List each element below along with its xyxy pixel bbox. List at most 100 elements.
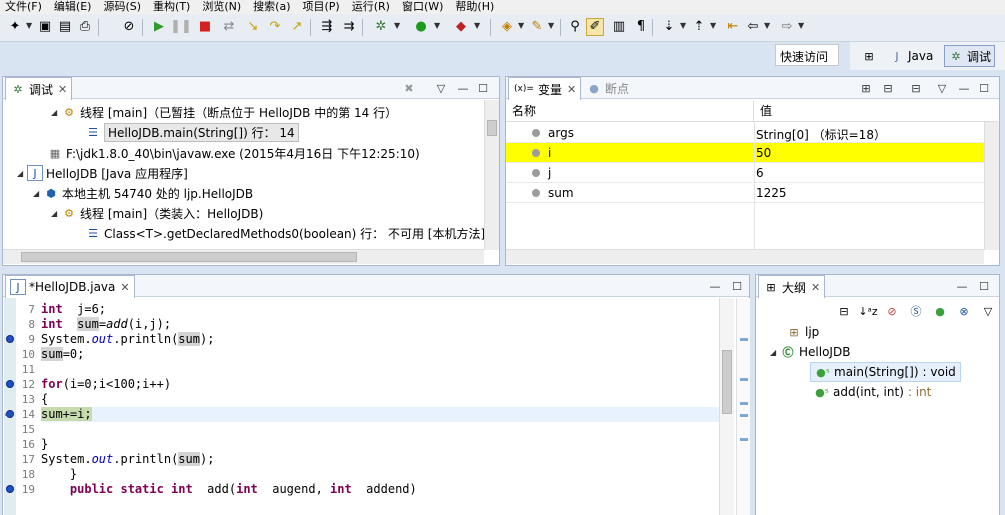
- menu-item-0[interactable]: 文件(F): [0, 0, 49, 14]
- run-icon[interactable]: ●: [412, 18, 430, 36]
- view-menu-icon[interactable]: ▽: [934, 80, 950, 96]
- variables-horizontal-scrollbar[interactable]: [506, 249, 984, 264]
- chevron-down-icon[interactable]: ▼: [26, 21, 32, 30]
- minimize-icon[interactable]: —: [455, 80, 471, 96]
- tab-hellojdb-java[interactable]: J *HelloJDB.java ✕: [5, 275, 135, 298]
- quick-access-input[interactable]: 快速访问: [775, 44, 839, 66]
- view-menu-icon[interactable]: ▽: [980, 303, 996, 319]
- disconnect-icon[interactable]: ⇄: [220, 18, 238, 36]
- show-whitespace-icon[interactable]: ▥: [610, 18, 628, 36]
- new-package-icon[interactable]: ✎: [528, 18, 546, 36]
- debug-perspective-button[interactable]: ✲ 调试: [944, 45, 996, 67]
- tab-variables[interactable]: (x)= 变量 ✕: [508, 77, 582, 100]
- menu-item-6[interactable]: 项目(P): [298, 0, 347, 14]
- tree-row-launch[interactable]: ◢ J HelloJDB [Java 应用程序]: [17, 163, 188, 183]
- print-icon[interactable]: ⎙: [76, 18, 94, 36]
- tree-row-stack-frame-2[interactable]: ☰ Class<T>.getDeclaredMethods0(boolean) 行…: [85, 223, 485, 243]
- debug-icon[interactable]: ✲: [372, 18, 390, 36]
- show-logical-structure-icon[interactable]: ⊟: [880, 80, 896, 96]
- variable-row[interactable]: args String[0] （标识=18）: [506, 123, 998, 143]
- new-icon[interactable]: ✦: [6, 18, 24, 36]
- chevron-down-icon[interactable]: ▼: [798, 21, 804, 30]
- debug-horizontal-scrollbar[interactable]: [3, 249, 484, 264]
- minimize-icon[interactable]: —: [954, 278, 970, 294]
- menu-item-9[interactable]: 帮助(H): [450, 0, 501, 14]
- chevron-down-icon[interactable]: ▼: [434, 21, 440, 30]
- hide-fields-icon[interactable]: ⊘: [884, 303, 900, 319]
- column-header-name[interactable]: 名称: [506, 100, 754, 122]
- tree-row-thread-2[interactable]: ◢ ⚙ 线程 [main]（类装入：HelloJDB): [51, 203, 263, 223]
- terminate-icon[interactable]: ■: [196, 18, 214, 36]
- maximize-icon[interactable]: ☐: [729, 278, 745, 294]
- breakpoint-icon[interactable]: [6, 380, 14, 388]
- menu-item-1[interactable]: 编辑(E): [49, 0, 99, 14]
- code-line[interactable]: sum+=i;: [41, 407, 719, 422]
- tree-row-thread[interactable]: ◢ ⚙ 线程 [main]（已暂挂（断点位于 HelloJDB 中的第 14 行）: [51, 102, 397, 122]
- outline-method-main[interactable]: ●ˢ main(String[]): void: [810, 362, 961, 382]
- resume-icon[interactable]: ▶: [150, 18, 168, 36]
- minimize-icon[interactable]: —: [707, 278, 723, 294]
- view-menu-icon[interactable]: ▽: [433, 80, 449, 96]
- collapse-all-icon[interactable]: ⊟: [908, 80, 924, 96]
- close-icon[interactable]: ✕: [567, 83, 576, 96]
- close-icon[interactable]: ✕: [120, 281, 129, 294]
- hide-static-icon[interactable]: Ⓢ: [908, 303, 924, 319]
- menu-item-4[interactable]: 浏览(N): [197, 0, 248, 14]
- show-paragraph-icon[interactable]: ¶: [632, 18, 650, 36]
- hide-local-types-icon[interactable]: ⊗: [956, 303, 972, 319]
- variable-row[interactable]: j6: [506, 163, 998, 183]
- code-line[interactable]: }: [41, 437, 48, 452]
- chevron-down-icon[interactable]: ▼: [548, 21, 554, 30]
- maximize-icon[interactable]: ☐: [976, 80, 992, 96]
- code-line[interactable]: {: [41, 392, 48, 407]
- code-line[interactable]: int sum=add(i,j);: [41, 317, 171, 332]
- outline-class[interactable]: ◢ Ⓒ HelloJDB: [770, 342, 850, 362]
- step-into-icon[interactable]: ↘: [244, 18, 262, 36]
- code-line[interactable]: for(i=0;i<100;i++): [41, 377, 171, 392]
- maximize-icon[interactable]: ☐: [976, 278, 992, 294]
- tree-row-stack-frame[interactable]: ☰ HelloJDB.main(String[]) 行： 14: [85, 122, 299, 142]
- outline-method-add[interactable]: ●ˢ add(int, int): int: [814, 382, 931, 402]
- forward-icon[interactable]: ⇨: [778, 18, 796, 36]
- last-edit-icon[interactable]: ⇤: [724, 18, 742, 36]
- back-icon[interactable]: ⇦: [744, 18, 762, 36]
- code-line[interactable]: }: [41, 467, 77, 482]
- code-line[interactable]: sum=0;: [41, 347, 84, 362]
- new-java-project-icon[interactable]: ◈: [498, 18, 516, 36]
- save-icon[interactable]: ▣: [36, 18, 54, 36]
- show-type-names-icon[interactable]: ⊞: [858, 80, 874, 96]
- breakpoint-icon[interactable]: [6, 335, 14, 343]
- variable-row[interactable]: i 50: [506, 143, 998, 163]
- code-line[interactable]: public static int add(int augend, int ad…: [41, 482, 417, 497]
- close-icon[interactable]: ✕: [811, 281, 820, 294]
- save-all-icon[interactable]: ▤: [56, 18, 74, 36]
- minimize-icon[interactable]: —: [956, 80, 972, 96]
- chevron-down-icon[interactable]: ▼: [474, 21, 480, 30]
- toggle-highlight-icon[interactable]: ✐: [586, 18, 604, 36]
- tree-row-target[interactable]: ◢ ⬢ 本地主机 54740 处的 ljp.HelloJDB: [33, 183, 253, 203]
- chevron-down-icon[interactable]: ▼: [710, 21, 716, 30]
- hide-non-public-icon[interactable]: ●: [932, 303, 948, 319]
- remove-terminated-icon[interactable]: ✖: [401, 80, 417, 96]
- chevron-down-icon[interactable]: ▼: [764, 21, 770, 30]
- tab-breakpoints[interactable]: ● 断点: [582, 77, 633, 99]
- sort-icon[interactable]: ↓ᵃz: [858, 303, 877, 319]
- chevron-down-icon[interactable]: ▼: [518, 21, 524, 30]
- skip-breakpoints-icon[interactable]: ⊘: [120, 18, 138, 36]
- outline-package[interactable]: ⊞ ljp: [786, 322, 819, 342]
- menu-item-3[interactable]: 重构(T): [148, 0, 197, 14]
- tab-outline[interactable]: ⊞ 大纲 ✕: [758, 275, 826, 298]
- variable-row[interactable]: sum 1225: [506, 183, 998, 203]
- code-line[interactable]: System.out.println(sum);: [41, 332, 214, 347]
- tree-row-process[interactable]: ▦ F:\jdk1.8.0_40\bin\javaw.exe (2015年4月16…: [47, 143, 420, 163]
- column-header-value[interactable]: 值: [754, 100, 998, 122]
- open-type-icon[interactable]: ⚲: [566, 18, 584, 36]
- editor-vertical-scrollbar[interactable]: [719, 298, 734, 515]
- code-line[interactable]: System.out.println(sum);: [41, 452, 214, 467]
- code-line[interactable]: int j=6;: [41, 302, 106, 317]
- use-step-filters-icon[interactable]: ⇉: [340, 18, 358, 36]
- suspend-icon[interactable]: ❚❚: [170, 18, 192, 36]
- variables-vertical-scrollbar[interactable]: [984, 122, 999, 250]
- prev-annotation-icon[interactable]: ⇡: [690, 18, 708, 36]
- debug-vertical-scrollbar[interactable]: [484, 100, 499, 250]
